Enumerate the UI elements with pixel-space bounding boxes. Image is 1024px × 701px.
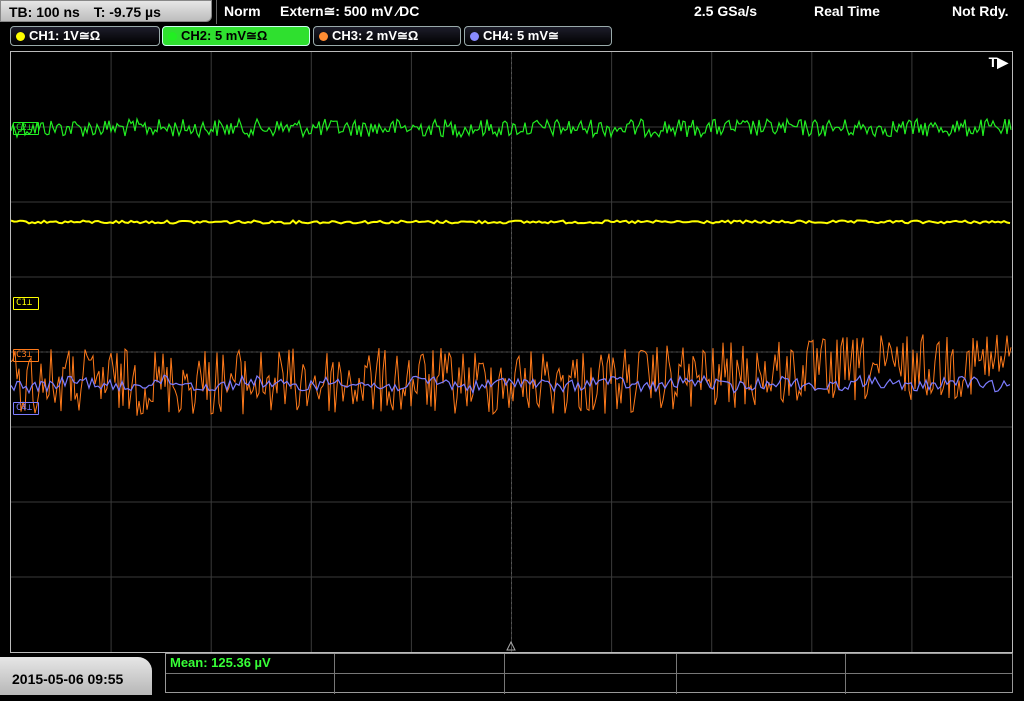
channel-4-color-dot <box>470 32 479 41</box>
timebase-panel[interactable]: TB: 100 ns T: -9.75 µs <box>0 0 212 22</box>
graticule-grid <box>11 52 1012 652</box>
channel-1-color-dot <box>16 32 25 41</box>
channel-2-color-dot <box>168 32 177 41</box>
channel-3-label: CH3: 2 mV≅Ω <box>332 28 419 43</box>
measurement-cell-divider <box>845 654 846 694</box>
date-time-value: 2015-05-06 09:55 <box>12 671 124 687</box>
trigger-status: Not Rdy. <box>952 3 1009 19</box>
measurement-cell-divider <box>334 654 335 694</box>
channel-3-offset-marker[interactable]: C3⊥ <box>13 349 40 362</box>
measurement-row <box>166 654 1012 674</box>
trigger-marker[interactable]: T▶ <box>989 54 1008 71</box>
channel-2-offset-marker[interactable]: C2⊥ <box>13 122 40 135</box>
top-divider <box>216 0 217 24</box>
mean-measurement: Mean: 125.36 µV <box>170 655 271 670</box>
channel-2-tab[interactable]: CH2: 5 mV≅Ω <box>162 26 310 46</box>
waveform-display[interactable]: T▶ C2⊥ C1⊥ C3⊥ C4⊥ <box>10 51 1013 653</box>
trigger-mode[interactable]: Norm <box>224 0 261 22</box>
channel-tab-row: CH1: 1V≅Ω CH2: 5 mV≅Ω CH3: 2 mV≅Ω CH4: 5… <box>0 26 1024 48</box>
channel-3-tab[interactable]: CH3: 2 mV≅Ω <box>313 26 461 46</box>
measurement-panel[interactable]: Mean: 125.36 µV <box>165 653 1013 694</box>
trigger-source[interactable]: Extern≅: 500 mV ⁄DC <box>280 0 419 22</box>
measurement-cell-divider <box>676 654 677 694</box>
measurement-cell-divider <box>504 654 505 694</box>
channel-1-tab[interactable]: CH1: 1V≅Ω <box>10 26 160 46</box>
acquisition-mode[interactable]: Real Time <box>814 0 880 22</box>
timebase-value: TB: 100 ns <box>9 4 80 20</box>
channel-1-offset-marker[interactable]: C1⊥ <box>13 297 40 310</box>
channel-1-label: CH1: 1V≅Ω <box>29 28 101 43</box>
channel-4-tab[interactable]: CH4: 5 mV≅ <box>464 26 612 46</box>
trigger-time-value: T: -9.75 µs <box>93 4 161 20</box>
sample-rate[interactable]: 2.5 GSa/s <box>694 0 757 22</box>
channel-2-label: CH2: 5 mV≅Ω <box>181 28 268 43</box>
top-status-bar: TB: 100 ns T: -9.75 µs Norm Extern≅: 500… <box>0 0 1024 24</box>
channel-4-offset-marker[interactable]: C4⊥ <box>13 402 40 415</box>
channel-3-color-dot <box>319 32 328 41</box>
channel-1-trace <box>11 219 1011 225</box>
waveform-canvas <box>11 52 1012 652</box>
channel-4-label: CH4: 5 mV≅ <box>483 28 559 43</box>
date-time-panel: 2015-05-06 09:55 <box>0 657 152 695</box>
